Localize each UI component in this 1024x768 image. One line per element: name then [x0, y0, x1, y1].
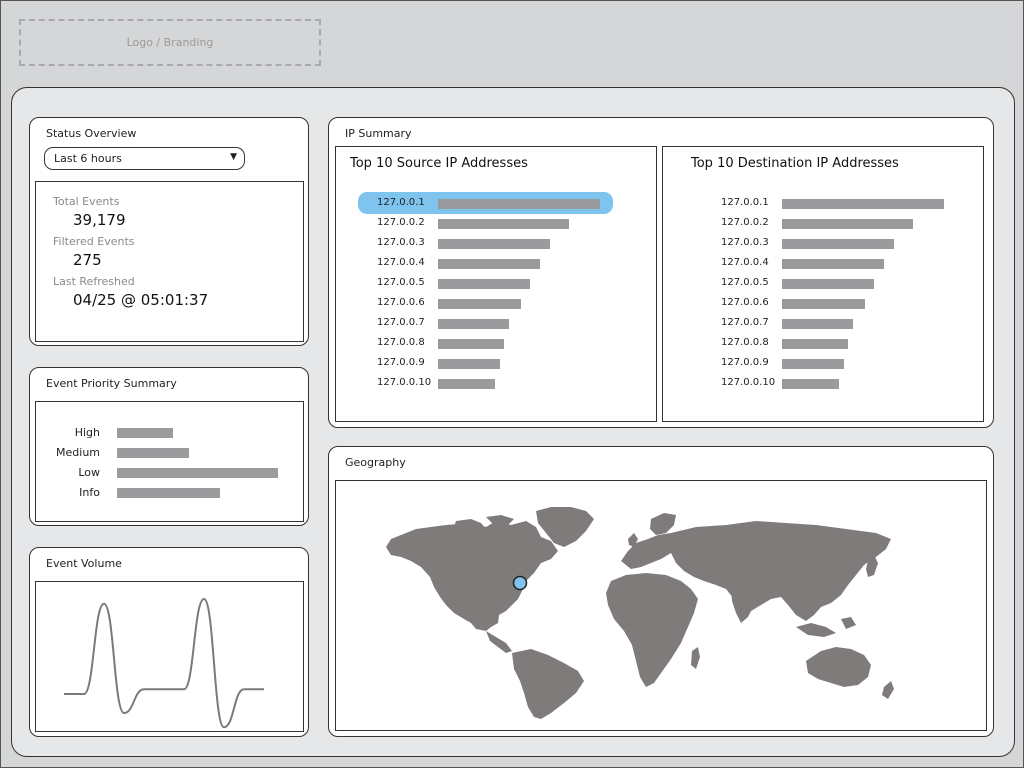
destination-ip-panel: Top 10 Destination IP Addresses 127.0.0.…: [662, 146, 984, 422]
card-title: Geography: [345, 456, 406, 469]
ip-row-label[interactable]: 127.0.0.8: [377, 337, 425, 348]
location-marker[interactable]: [512, 575, 528, 591]
ip-row-bar[interactable]: [782, 259, 884, 269]
ip-row-label[interactable]: 127.0.0.6: [721, 297, 769, 308]
card-title: Status Overview: [46, 127, 137, 140]
asia-landmass: [671, 521, 891, 621]
world-map-box: [335, 480, 987, 731]
stat-label-filtered-events: Filtered Events: [53, 235, 135, 248]
ip-row-bar[interactable]: [782, 299, 865, 309]
ip-row-label[interactable]: 127.0.0.7: [377, 317, 425, 328]
india-landmass: [731, 587, 756, 623]
ip-row-bar[interactable]: [782, 379, 839, 389]
ip-row-label[interactable]: 127.0.0.1: [377, 197, 425, 208]
ip-row-bar[interactable]: [438, 339, 504, 349]
ip-row-bar[interactable]: [438, 299, 521, 309]
ip-row-bar[interactable]: [438, 379, 495, 389]
central-america-landmass: [486, 631, 512, 653]
ip-row-label[interactable]: 127.0.0.9: [721, 357, 769, 368]
time-range-value: Last 6 hours: [54, 152, 122, 165]
ip-summary-card: IP Summary Top 10 Source IP Addresses 12…: [328, 117, 994, 428]
geography-card: Geography: [328, 446, 994, 737]
ip-row-label[interactable]: 127.0.0.10: [377, 377, 431, 388]
australia-landmass: [806, 647, 871, 687]
card-title: IP Summary: [345, 127, 412, 140]
priority-chart-box: High Medium Low Info: [35, 401, 304, 522]
ip-row-label[interactable]: 127.0.0.3: [377, 237, 425, 248]
time-range-dropdown[interactable]: Last 6 hours ▼: [44, 147, 245, 170]
ip-row-label[interactable]: 127.0.0.2: [377, 217, 425, 228]
madagascar-landmass: [691, 647, 700, 669]
world-map: [386, 507, 894, 719]
ip-row-bar[interactable]: [782, 199, 944, 209]
ip-row-label[interactable]: 127.0.0.5: [721, 277, 769, 288]
dropdown-caret-icon: ▼: [230, 152, 237, 162]
stat-value-total-events: 39,179: [73, 211, 126, 229]
event-volume-line: [64, 597, 264, 729]
ip-row-bar[interactable]: [782, 279, 874, 289]
event-priority-card: Event Priority Summary High Medium Low Info: [29, 367, 309, 526]
dashboard-panel: Status Overview Last 6 hours ▼ Total Eve…: [11, 87, 1015, 757]
ip-row-bar[interactable]: [782, 219, 913, 229]
ip-row-label[interactable]: 127.0.0.4: [377, 257, 425, 268]
north-america-landmass: [386, 521, 558, 631]
ip-row-bar[interactable]: [438, 219, 569, 229]
priority-label-high: High: [74, 426, 100, 439]
logo-text: Logo / Branding: [126, 36, 214, 49]
stat-value-filtered-events: 275: [73, 251, 102, 269]
ip-row-label[interactable]: 127.0.0.10: [721, 377, 775, 388]
ip-row-bar[interactable]: [782, 239, 894, 249]
source-ip-title: Top 10 Source IP Addresses: [350, 156, 528, 171]
status-stats-box: Total Events 39,179 Filtered Events 275 …: [35, 181, 304, 342]
stat-label-last-refreshed: Last Refreshed: [53, 275, 135, 288]
priority-label-info: Info: [79, 486, 100, 499]
ip-row-label[interactable]: 127.0.0.4: [721, 257, 769, 268]
ip-row-bar[interactable]: [438, 239, 550, 249]
priority-label-medium: Medium: [56, 446, 100, 459]
destination-ip-title: Top 10 Destination IP Addresses: [691, 156, 899, 171]
ip-row-bar[interactable]: [782, 339, 848, 349]
africa-landmass: [606, 573, 698, 687]
logo-placeholder: Logo / Branding: [19, 19, 321, 66]
ip-row-label[interactable]: 127.0.0.2: [721, 217, 769, 228]
card-title: Event Volume: [46, 557, 122, 570]
ip-row-label[interactable]: 127.0.0.6: [377, 297, 425, 308]
stat-value-last-refreshed: 04/25 @ 05:01:37: [73, 291, 209, 309]
source-ip-panel: Top 10 Source IP Addresses 127.0.0.1 127.…: [335, 146, 657, 422]
ip-row-label[interactable]: 127.0.0.1: [721, 197, 769, 208]
ip-row-bar[interactable]: [782, 319, 853, 329]
ip-row-label[interactable]: 127.0.0.7: [721, 317, 769, 328]
priority-bar-low: [117, 468, 278, 478]
priority-label-low: Low: [78, 466, 100, 479]
new-zealand-landmass: [882, 681, 894, 699]
ip-row-label[interactable]: 127.0.0.9: [377, 357, 425, 368]
ip-row-bar[interactable]: [438, 199, 600, 209]
ip-row-bar[interactable]: [438, 359, 500, 369]
priority-bar-high: [117, 428, 173, 438]
ip-row-bar[interactable]: [438, 259, 540, 269]
event-volume-card: Event Volume: [29, 547, 309, 737]
priority-bar-info: [117, 488, 220, 498]
ip-row-label[interactable]: 127.0.0.3: [721, 237, 769, 248]
ip-row-bar[interactable]: [782, 359, 844, 369]
ip-row-label[interactable]: 127.0.0.8: [721, 337, 769, 348]
card-title: Event Priority Summary: [46, 377, 177, 390]
priority-bar-medium: [117, 448, 189, 458]
ip-row-label[interactable]: 127.0.0.5: [377, 277, 425, 288]
event-volume-chart-box: [35, 581, 304, 732]
ip-row-bar[interactable]: [438, 279, 530, 289]
ip-row-bar[interactable]: [438, 319, 509, 329]
event-volume-line-chart: [64, 597, 264, 729]
status-overview-card: Status Overview Last 6 hours ▼ Total Eve…: [29, 117, 309, 346]
scandinavia-landmass: [650, 513, 676, 535]
south-america-landmass: [512, 649, 584, 719]
stat-label-total-events: Total Events: [53, 195, 120, 208]
